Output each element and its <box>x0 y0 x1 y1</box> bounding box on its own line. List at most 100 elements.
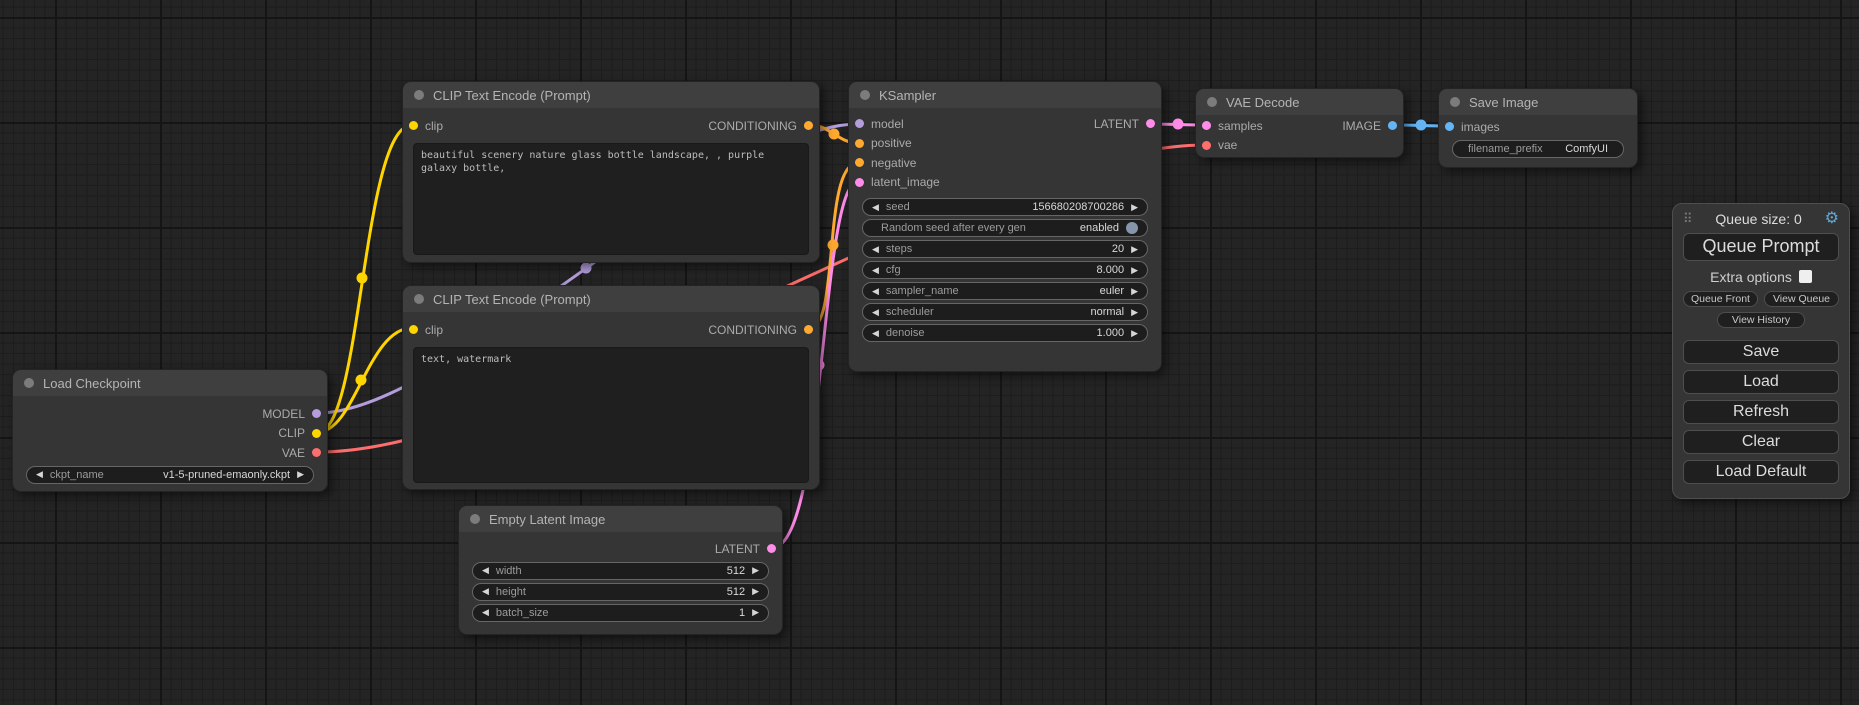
prompt-textarea[interactable]: text, watermark <box>413 347 809 483</box>
drag-handle-icon[interactable]: ⠿ <box>1683 211 1693 227</box>
increment-arrow-icon[interactable]: ▶ <box>1131 329 1138 338</box>
node-title-bar[interactable]: Save Image <box>1439 89 1637 115</box>
decrement-arrow-icon[interactable]: ◀ <box>872 266 879 275</box>
collapse-dot-icon[interactable] <box>1450 97 1460 107</box>
collapse-dot-icon[interactable] <box>414 90 424 100</box>
queue-small-buttons-row: Queue Front View Queue <box>1683 291 1839 307</box>
node-title-bar[interactable]: Load Checkpoint <box>13 370 327 396</box>
input-slot-model[interactable] <box>855 119 864 128</box>
node-title-bar[interactable]: CLIP Text Encode (Prompt) <box>403 82 819 108</box>
widget-value: 1 <box>739 607 745 619</box>
input-slot-images[interactable] <box>1445 122 1454 131</box>
node-graph-canvas[interactable]: Load Checkpoint MODEL CLIP VAE <box>0 0 1859 705</box>
node-title-bar[interactable]: CLIP Text Encode (Prompt) <box>403 286 819 312</box>
input-slot-negative[interactable] <box>855 158 864 167</box>
output-slot-image[interactable] <box>1388 121 1397 130</box>
input-slot-positive[interactable] <box>855 139 864 148</box>
node-save-image[interactable]: Save Image images filename_prefix ComfyU… <box>1438 88 1638 168</box>
cfg-widget[interactable]: ◀ cfg 8.000 ▶ <box>862 261 1148 279</box>
widget-value: 156680208700286 <box>1032 201 1124 213</box>
input-slot-clip[interactable] <box>409 325 418 334</box>
decrement-arrow-icon[interactable]: ◀ <box>872 245 879 254</box>
increment-arrow-icon[interactable]: ▶ <box>297 470 304 479</box>
output-slot-vae[interactable] <box>312 448 321 457</box>
increment-arrow-icon[interactable]: ▶ <box>752 566 759 575</box>
save-button[interactable]: Save <box>1683 340 1839 364</box>
increment-arrow-icon[interactable]: ▶ <box>752 608 759 617</box>
output-slot-clip[interactable] <box>312 429 321 438</box>
queue-front-button[interactable]: Queue Front <box>1683 291 1758 307</box>
random-seed-toggle-widget[interactable]: Random seed after every gen enabled <box>862 219 1148 237</box>
link-dot-conditioning-negative[interactable] <box>828 240 839 251</box>
output-slot-model[interactable] <box>312 409 321 418</box>
collapse-dot-icon[interactable] <box>470 514 480 524</box>
queue-size-label: Queue size: 0 <box>1693 211 1825 227</box>
input-slot-latent-image[interactable] <box>855 178 864 187</box>
steps-widget[interactable]: ◀ steps 20 ▶ <box>862 240 1148 258</box>
refresh-button[interactable]: Refresh <box>1683 400 1839 424</box>
increment-arrow-icon[interactable]: ▶ <box>1131 245 1138 254</box>
denoise-widget[interactable]: ◀ denoise 1.000 ▶ <box>862 324 1148 342</box>
increment-arrow-icon[interactable]: ▶ <box>752 587 759 596</box>
output-slot-latent[interactable] <box>1146 119 1155 128</box>
height-widget[interactable]: ◀ height 512 ▶ <box>472 583 769 601</box>
scheduler-widget[interactable]: ◀ scheduler normal ▶ <box>862 303 1148 321</box>
node-empty-latent-image[interactable]: Empty Latent Image LATENT ◀ width 512 ▶ … <box>458 505 783 635</box>
view-history-button[interactable]: View History <box>1717 312 1805 328</box>
node-ksampler[interactable]: KSampler model LATENT positive <box>848 81 1162 372</box>
decrement-arrow-icon[interactable]: ◀ <box>872 203 879 212</box>
input-slot-clip[interactable] <box>409 121 418 130</box>
sampler-name-widget[interactable]: ◀ sampler_name euler ▶ <box>862 282 1148 300</box>
collapse-dot-icon[interactable] <box>24 378 34 388</box>
link-dot-clip-positive[interactable] <box>357 273 368 284</box>
decrement-arrow-icon[interactable]: ◀ <box>482 587 489 596</box>
link-dot-image[interactable] <box>1416 120 1427 131</box>
output-slot-conditioning[interactable] <box>804 121 813 130</box>
node-title-bar[interactable]: VAE Decode <box>1196 89 1403 115</box>
link-dot-clip-negative[interactable] <box>356 375 367 386</box>
ckpt-name-widget[interactable]: ◀ ckpt_name v1-5-pruned-emaonly.ckpt ▶ <box>26 466 314 484</box>
clear-button[interactable]: Clear <box>1683 430 1839 454</box>
queue-prompt-button[interactable]: Queue Prompt <box>1683 233 1839 261</box>
widget-label: Random seed after every gen <box>881 222 1026 234</box>
node-title-bar[interactable]: KSampler <box>849 82 1161 108</box>
widget-label: sampler_name <box>886 285 959 297</box>
decrement-arrow-icon[interactable]: ◀ <box>482 608 489 617</box>
link-dot-samples[interactable] <box>1173 119 1184 130</box>
decrement-arrow-icon[interactable]: ◀ <box>872 287 879 296</box>
increment-arrow-icon[interactable]: ▶ <box>1131 308 1138 317</box>
node-load-checkpoint[interactable]: Load Checkpoint MODEL CLIP VAE <box>12 369 328 492</box>
filename-prefix-widget[interactable]: filename_prefix ComfyUI <box>1452 140 1624 158</box>
increment-arrow-icon[interactable]: ▶ <box>1131 203 1138 212</box>
collapse-dot-icon[interactable] <box>414 294 424 304</box>
decrement-arrow-icon[interactable]: ◀ <box>872 308 879 317</box>
decrement-arrow-icon[interactable]: ◀ <box>482 566 489 575</box>
view-queue-button[interactable]: View Queue <box>1764 291 1839 307</box>
extra-options-checkbox[interactable] <box>1799 270 1812 283</box>
toggle-circle-icon[interactable] <box>1126 222 1138 234</box>
collapse-dot-icon[interactable] <box>1207 97 1217 107</box>
width-widget[interactable]: ◀ width 512 ▶ <box>472 562 769 580</box>
node-clip-text-encode-positive[interactable]: CLIP Text Encode (Prompt) clip CONDITION… <box>402 81 820 263</box>
prompt-textarea[interactable]: beautiful scenery nature glass bottle la… <box>413 143 809 255</box>
batch-size-widget[interactable]: ◀ batch_size 1 ▶ <box>472 604 769 622</box>
load-button[interactable]: Load <box>1683 370 1839 394</box>
output-slot-latent[interactable] <box>767 544 776 553</box>
output-slot-conditioning[interactable] <box>804 325 813 334</box>
increment-arrow-icon[interactable]: ▶ <box>1131 266 1138 275</box>
input-label-model: model <box>871 117 904 131</box>
seed-widget[interactable]: ◀ seed 156680208700286 ▶ <box>862 198 1148 216</box>
load-default-button[interactable]: Load Default <box>1683 460 1839 484</box>
collapse-dot-icon[interactable] <box>860 90 870 100</box>
link-dot-model[interactable] <box>581 263 592 274</box>
decrement-arrow-icon[interactable]: ◀ <box>872 329 879 338</box>
settings-gear-icon[interactable]: ⚙ <box>1825 211 1839 227</box>
node-vae-decode[interactable]: VAE Decode samples IMAGE vae <box>1195 88 1404 158</box>
input-slot-vae[interactable] <box>1202 141 1211 150</box>
node-clip-text-encode-negative[interactable]: CLIP Text Encode (Prompt) clip CONDITION… <box>402 285 820 490</box>
node-title-bar[interactable]: Empty Latent Image <box>459 506 782 532</box>
decrement-arrow-icon[interactable]: ◀ <box>36 470 43 479</box>
link-dot-conditioning-positive[interactable] <box>829 129 840 140</box>
input-slot-samples[interactable] <box>1202 121 1211 130</box>
increment-arrow-icon[interactable]: ▶ <box>1131 287 1138 296</box>
